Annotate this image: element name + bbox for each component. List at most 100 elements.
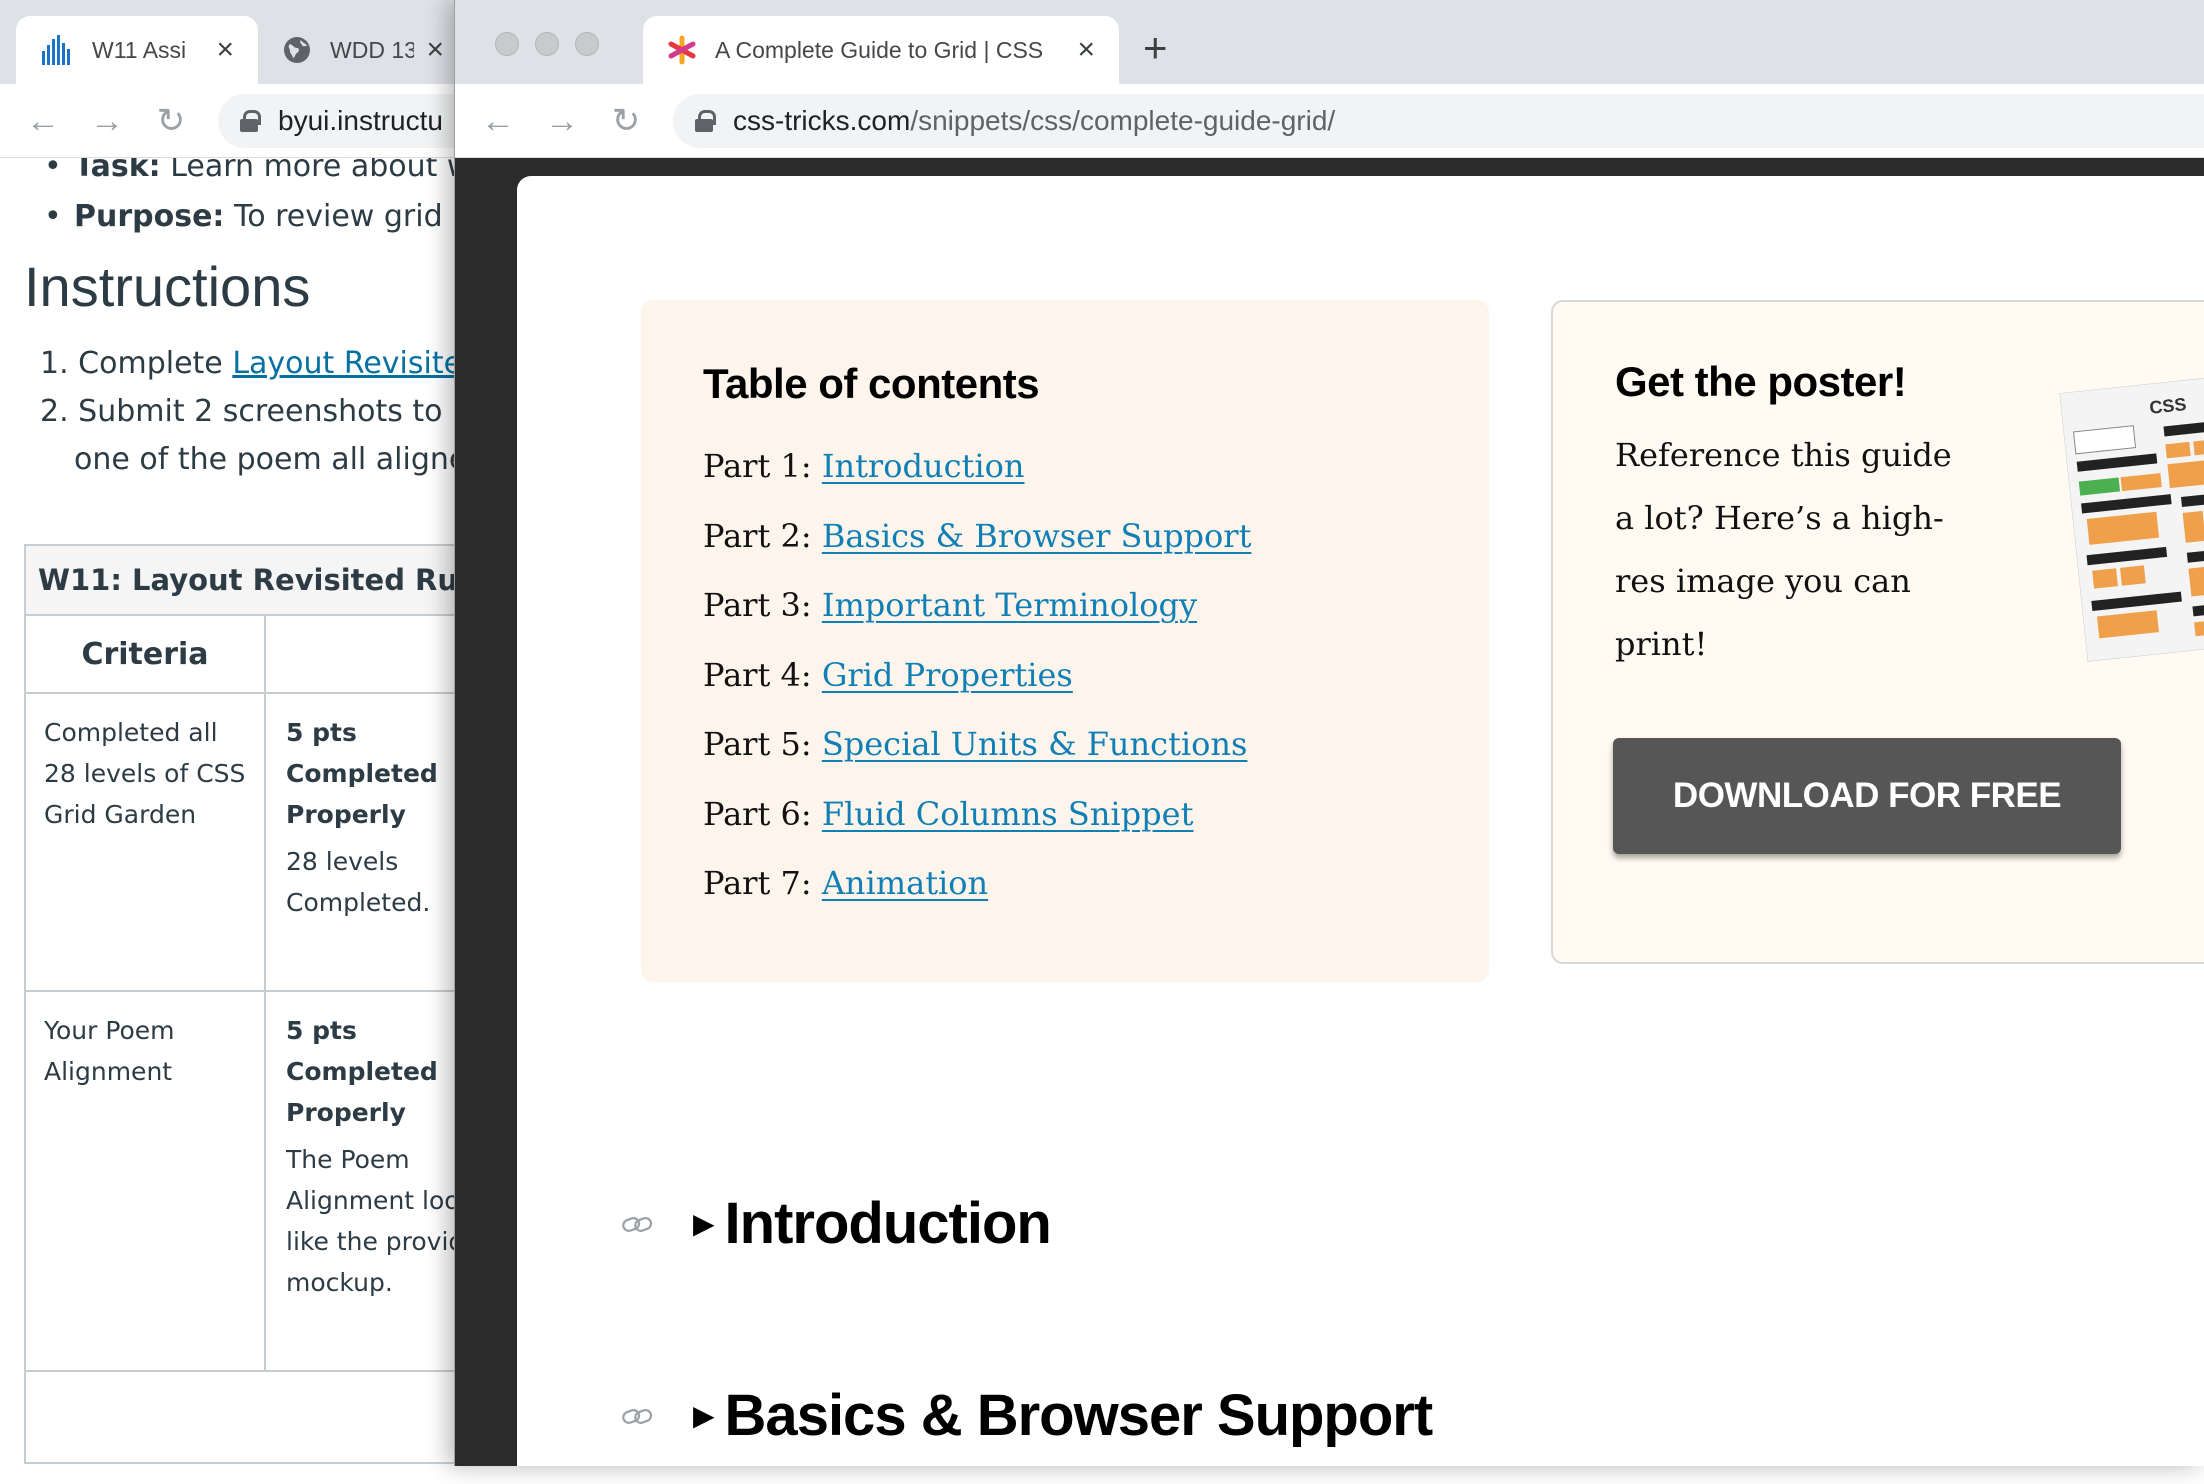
poster-thumbnail[interactable]: CSS bbox=[2058, 371, 2204, 663]
toc-item: Part 3: Important Terminology bbox=[703, 571, 1427, 641]
layout-revisited-link[interactable]: Layout Revisited bbox=[232, 346, 460, 381]
poster-description: Reference this guide a lot? Here’s a hig… bbox=[1615, 436, 1952, 663]
anchor-link-icon[interactable] bbox=[619, 1206, 655, 1242]
cell-line: Alignment bbox=[44, 1057, 173, 1086]
toc-list: Part 1: Introduction Part 2: Basics & Br… bbox=[703, 432, 1427, 919]
toc-link-animation[interactable]: Animation bbox=[822, 864, 988, 902]
bullet-label: Task: bbox=[74, 158, 161, 184]
reload-icon[interactable]: ↻ bbox=[603, 98, 649, 144]
points: 5 pts bbox=[286, 718, 357, 747]
toc-part-label: Part 4: bbox=[703, 655, 812, 694]
instruction-steps: 1. Complete Layout Revisited 2. Submit 2… bbox=[40, 340, 460, 484]
back-arrow-icon[interactable]: ← bbox=[20, 98, 66, 144]
bullet-text: To review grid and bbox=[233, 199, 460, 234]
section-heading-basics[interactable]: ▶ Basics & Browser Support bbox=[619, 1382, 1434, 1449]
toc-item: Part 2: Basics & Browser Support bbox=[703, 502, 1427, 572]
toc-item: Part 5: Special Units & Functions bbox=[703, 710, 1427, 780]
points: 5 pts bbox=[286, 1016, 357, 1045]
disclosure-triangle-icon[interactable]: ▶ bbox=[693, 1399, 715, 1432]
section-title: Basics & Browser Support bbox=[724, 1383, 1434, 1448]
close-tab-icon[interactable]: × bbox=[204, 33, 234, 67]
close-tab-icon[interactable]: × bbox=[1063, 33, 1095, 67]
bullet-label: Purpose: bbox=[74, 199, 225, 234]
download-for-free-button[interactable]: DOWNLOAD FOR FREE bbox=[1613, 738, 2121, 854]
task-bullet: Task: Learn more about wa bbox=[44, 158, 460, 192]
rating-desc: Completed. bbox=[286, 888, 431, 917]
front-tab-strip: A Complete Guide to Grid | CSS × + bbox=[455, 0, 2204, 84]
tab-title: A Complete Guide to Grid | CSS bbox=[715, 36, 1044, 63]
step-text: Complete bbox=[78, 346, 223, 381]
poster-thumb-label: CSS bbox=[2148, 394, 2187, 418]
tab-wdd130[interactable]: WDD 130 × bbox=[258, 16, 468, 84]
close-tab-icon[interactable]: × bbox=[414, 33, 444, 67]
toc-part-label: Part 1: bbox=[703, 447, 812, 485]
toc-link-grid-properties[interactable]: Grid Properties bbox=[822, 656, 1073, 694]
toc-item: Part 1: Introduction bbox=[703, 432, 1427, 502]
cell-line: 28 levels of CSS bbox=[44, 759, 246, 788]
cell-line: Completed all bbox=[44, 718, 218, 747]
assignment-page: Task: Learn more about wa Purpose: To re… bbox=[0, 158, 460, 1484]
table-of-contents: Table of contents Part 1: Introduction P… bbox=[641, 300, 1489, 982]
forward-arrow-icon[interactable]: → bbox=[84, 98, 130, 144]
url-domain: css-tricks.com bbox=[733, 105, 911, 136]
toc-part-label: Part 6: bbox=[703, 794, 812, 833]
toc-part-label: Part 2: bbox=[703, 516, 812, 555]
rating-desc: 28 levels bbox=[286, 847, 399, 876]
window-close-button[interactable] bbox=[495, 32, 519, 56]
lock-icon bbox=[240, 110, 261, 132]
disclosure-triangle-icon[interactable]: ▶ bbox=[693, 1207, 715, 1240]
section-heading-introduction[interactable]: ▶ Introduction bbox=[619, 1190, 1052, 1257]
step-2-cont: one of the poem all aligned bbox=[40, 436, 460, 484]
reload-icon[interactable]: ↻ bbox=[148, 98, 194, 144]
toc-link-basics[interactable]: Basics & Browser Support bbox=[822, 517, 1252, 555]
rating-title: Completed bbox=[286, 759, 438, 788]
table-row: Your Poem Alignment 5 pts Completed Prop… bbox=[26, 992, 460, 1372]
rating-title: Completed bbox=[286, 1057, 438, 1086]
toc-title: Table of contents bbox=[703, 360, 1040, 407]
article-page: Table of contents Part 1: Introduction P… bbox=[517, 176, 2204, 1466]
step-2: 2. Submit 2 screenshots to Ile bbox=[40, 388, 460, 436]
rubric-table: W11: Layout Revisited Rubric Criteria Co… bbox=[24, 544, 460, 1464]
address-bar[interactable]: css-tricks.com/snippets/css/complete-gui… bbox=[673, 94, 2204, 148]
rating-desc: mockup. bbox=[286, 1268, 393, 1297]
globe-icon bbox=[282, 33, 312, 67]
poster-promo: Get the poster! Reference this guide a l… bbox=[1551, 300, 2204, 964]
bar-chart-icon bbox=[40, 33, 74, 67]
foreground-browser-window: A Complete Guide to Grid | CSS × + ← → ↻… bbox=[454, 0, 2204, 1466]
toc-link-fluid-columns[interactable]: Fluid Columns Snippet bbox=[822, 795, 1194, 833]
cell-line: Grid Garden bbox=[44, 800, 197, 829]
criteria-cell: Your Poem Alignment bbox=[26, 992, 266, 1370]
section-title: Introduction bbox=[724, 1191, 1052, 1256]
forward-arrow-icon[interactable]: → bbox=[539, 98, 585, 144]
tab-css-tricks-grid-guide[interactable]: A Complete Guide to Grid | CSS × bbox=[643, 16, 1119, 84]
window-minimize-button[interactable] bbox=[535, 32, 559, 56]
tab-title: W11 Assi bbox=[92, 36, 187, 63]
step-number: 2. bbox=[40, 394, 69, 429]
toc-part-label: Part 7: bbox=[703, 864, 812, 902]
step-1: 1. Complete Layout Revisited bbox=[40, 340, 460, 388]
step-number: 1. bbox=[40, 346, 69, 381]
rating-desc: Alignment loo bbox=[286, 1186, 460, 1215]
url-path: /snippets/css/complete-guide-grid/ bbox=[910, 105, 1336, 136]
rubric-header-row: Criteria bbox=[26, 616, 460, 694]
css-tricks-star-icon bbox=[667, 35, 697, 65]
rating-title: Properly bbox=[286, 800, 406, 829]
bullet-text: Learn more about wa bbox=[170, 158, 460, 184]
rubric-caption: W11: Layout Revisited Rubric bbox=[26, 546, 460, 616]
new-tab-icon[interactable]: + bbox=[1143, 24, 1168, 72]
tab-w11-assignment[interactable]: W11 Assi × bbox=[16, 16, 258, 84]
step-text: Submit 2 screenshots to Ile bbox=[78, 394, 460, 429]
task-list: Task: Learn more about wa Purpose: To re… bbox=[44, 158, 460, 242]
rating-desc: The Poem bbox=[286, 1145, 410, 1174]
front-toolbar: ← → ↻ css-tricks.com/snippets/css/comple… bbox=[455, 84, 2204, 158]
back-arrow-icon[interactable]: ← bbox=[475, 98, 521, 144]
rating-cell: 5 pts Completed Properly 28 levels Compl… bbox=[266, 694, 458, 990]
purpose-bullet: Purpose: To review grid and bbox=[44, 192, 460, 242]
table-row: Completed all 28 levels of CSS Grid Gard… bbox=[26, 694, 460, 992]
toc-link-introduction[interactable]: Introduction bbox=[822, 447, 1025, 485]
window-zoom-button[interactable] bbox=[575, 32, 599, 56]
toc-link-terminology[interactable]: Important Terminology bbox=[822, 586, 1197, 624]
anchor-link-icon[interactable] bbox=[619, 1398, 655, 1434]
toc-link-special-units[interactable]: Special Units & Functions bbox=[822, 725, 1248, 763]
cell-line: Your Poem bbox=[44, 1016, 175, 1045]
